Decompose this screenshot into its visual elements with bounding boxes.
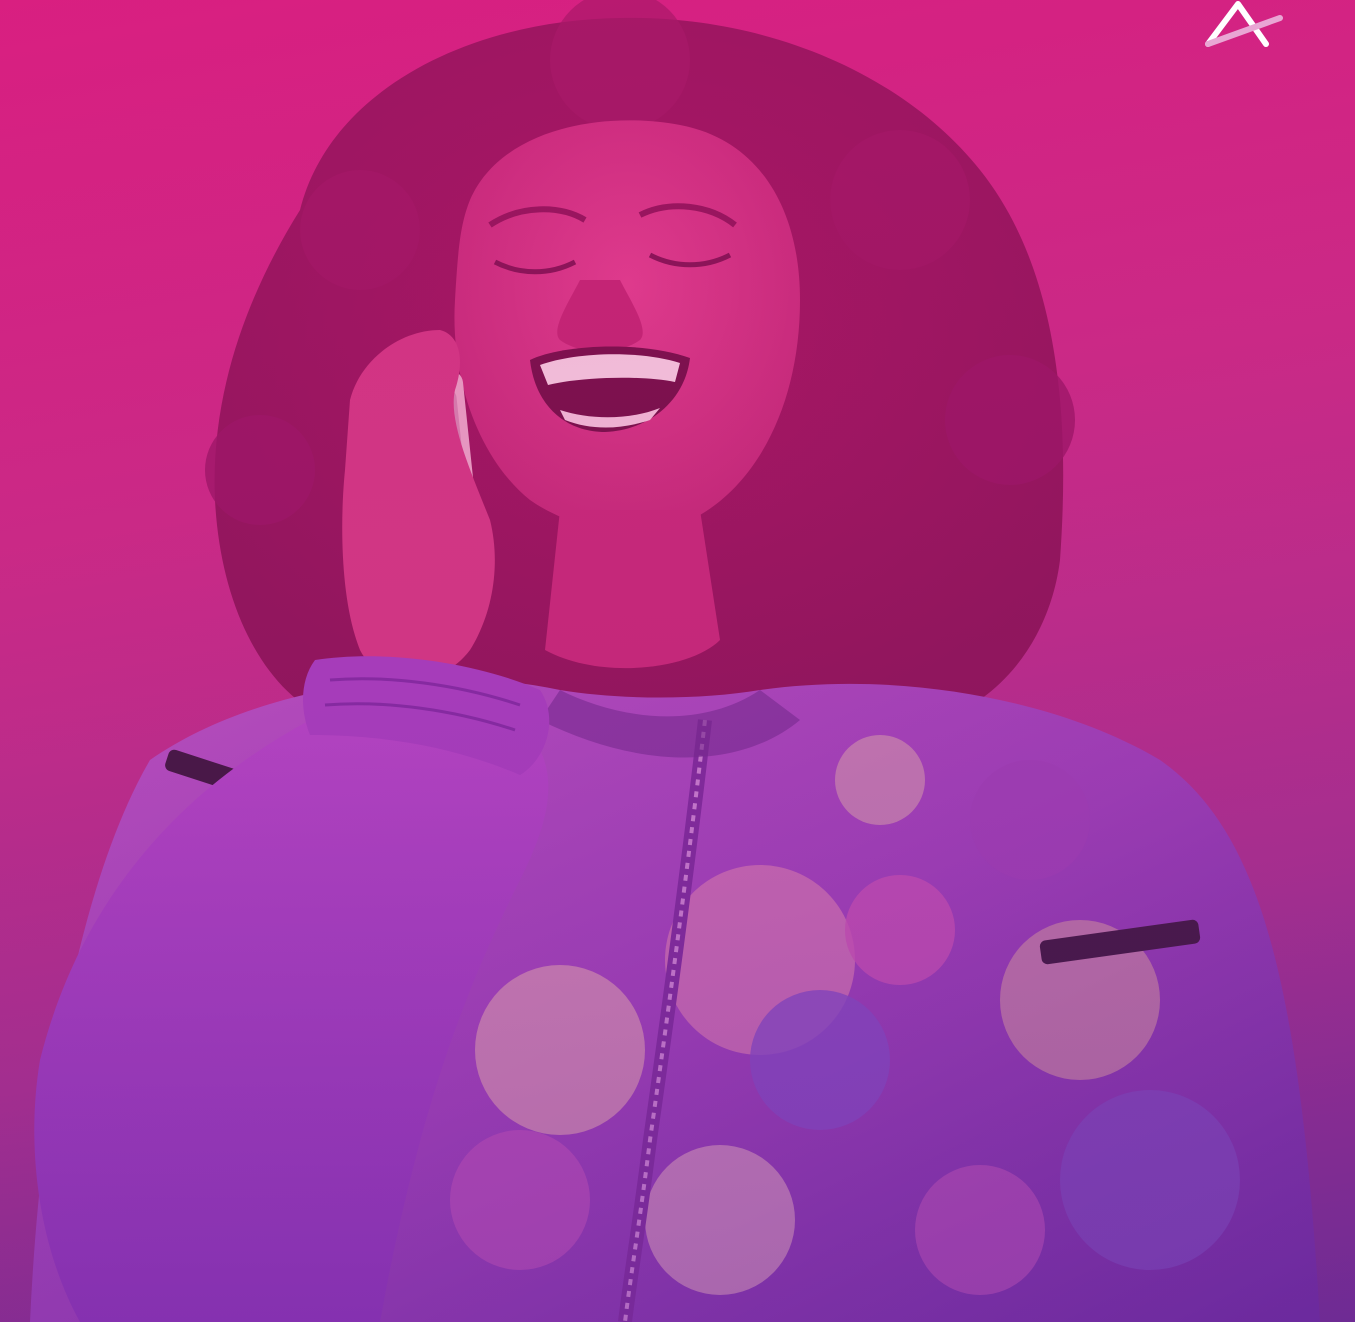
photo-illustration	[0, 0, 1355, 1322]
hero-image	[0, 0, 1355, 1322]
face	[454, 120, 800, 531]
neck	[545, 510, 720, 669]
portrait-photo	[30, 0, 1320, 1322]
logo-mark-icon	[1200, 0, 1290, 60]
